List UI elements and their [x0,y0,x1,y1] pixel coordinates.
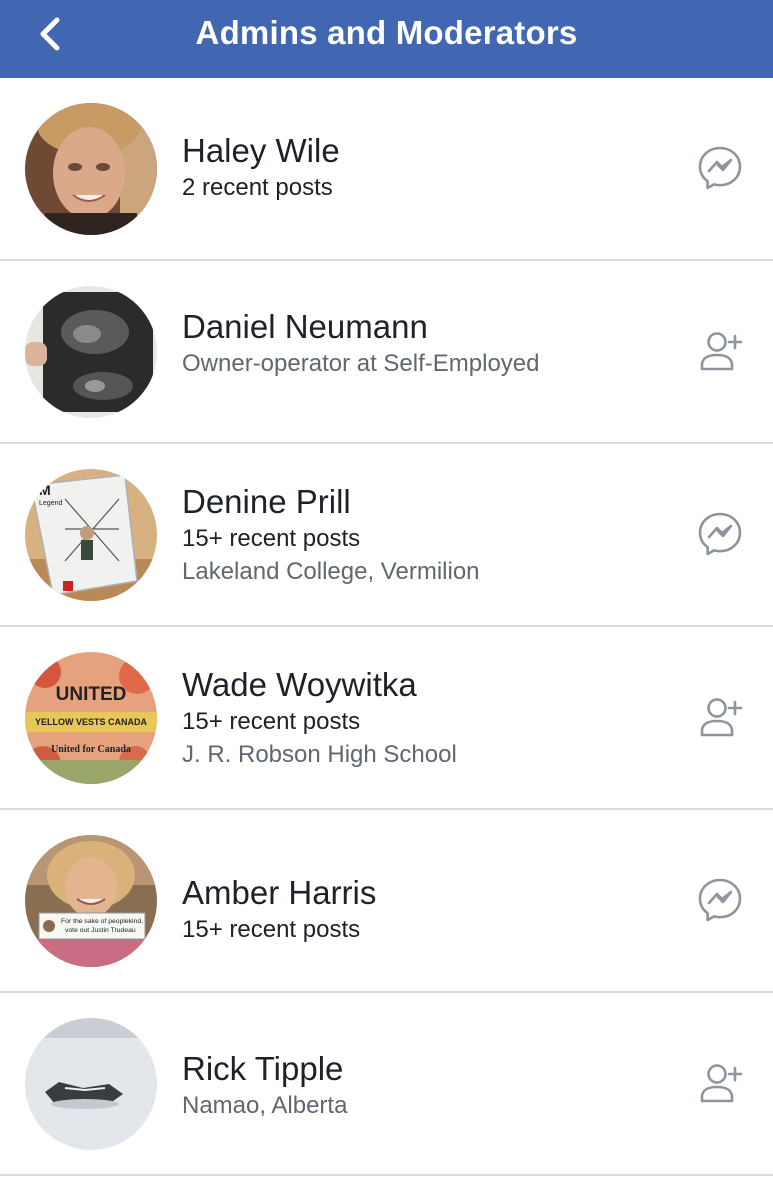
add-friend-icon [700,332,743,371]
svg-text:YELLOW VESTS CANADA: YELLOW VESTS CANADA [35,717,148,727]
member-education: J. R. Robson High School [182,741,457,768]
avatar[interactable] [25,1018,157,1150]
avatar[interactable] [25,286,157,418]
add-friend-icon [700,698,743,737]
svg-text:United for Canada: United for Canada [51,744,131,755]
add-friend-button[interactable] [693,324,747,378]
svg-text:For the sake of peoplekind,: For the sake of peoplekind, [61,918,143,925]
member-name[interactable]: Denine Prill [182,482,480,522]
profile-photo: M Legend [25,469,157,601]
avatar[interactable]: UNITED YELLOW VESTS CANADA United for Ca… [25,652,157,784]
chevron-left-icon [40,17,60,51]
member-recent-posts: 15+ recent posts [182,708,361,735]
member-row-wade-woywitka[interactable]: UNITED YELLOW VESTS CANADA United for Ca… [0,627,773,810]
member-info: Amber Harris 15+ recent posts [182,873,376,946]
member-recent-posts: 15+ recent posts [182,525,361,552]
svg-text:UNITED: UNITED [56,684,127,705]
svg-text:M: M [39,482,51,498]
member-recent-posts: 2 recent posts [182,174,333,201]
svg-text:Legend: Legend [39,500,62,507]
svg-text:vote out Justin Trudeau: vote out Justin Trudeau [65,927,136,934]
message-button[interactable] [693,507,747,561]
avatar[interactable]: For the sake of peoplekind, vote out Jus… [25,835,157,967]
profile-photo [25,286,157,418]
member-info: Haley Wile 2 recent posts [182,131,340,204]
admins-moderators-list: Haley Wile 2 recent posts Daniel Neumann… [0,78,773,1176]
member-work: Owner-operator at Self-Employed [182,350,540,377]
messenger-icon [698,146,742,190]
message-button[interactable] [693,141,747,195]
profile-photo [25,1018,157,1150]
member-name[interactable]: Rick Tipple [182,1049,347,1089]
member-name[interactable]: Haley Wile [182,131,340,171]
add-friend-icon [700,1064,743,1103]
profile-photo: UNITED YELLOW VESTS CANADA United for Ca… [25,652,157,784]
member-name[interactable]: Amber Harris [182,873,376,913]
member-info: Wade Woywitka 15+ recent posts J. R. Rob… [182,665,457,771]
messenger-icon [698,878,742,922]
member-name[interactable]: Daniel Neumann [182,307,540,347]
member-location: Namao, Alberta [182,1092,348,1119]
member-row-rick-tipple[interactable]: Rick Tipple Namao, Alberta [0,993,773,1176]
member-info: Denine Prill 15+ recent posts Lakeland C… [182,482,480,588]
add-friend-button[interactable] [693,1056,747,1110]
profile-photo: For the sake of peoplekind, vote out Jus… [25,835,157,967]
avatar[interactable]: M Legend [25,469,157,601]
member-info: Rick Tipple Namao, Alberta [182,1049,347,1122]
member-row-denine-prill[interactable]: M Legend Denine Prill 15+ recent posts L… [0,444,773,627]
member-row-haley-wile[interactable]: Haley Wile 2 recent posts [0,78,773,261]
member-education: Lakeland College, Vermilion [182,558,480,585]
messenger-icon [698,512,742,556]
member-name[interactable]: Wade Woywitka [182,665,457,705]
member-info: Daniel Neumann Owner-operator at Self-Em… [182,307,540,380]
member-row-amber-harris[interactable]: For the sake of peoplekind, vote out Jus… [0,810,773,993]
page-title: Admins and Moderators [195,14,578,51]
member-row-daniel-neumann[interactable]: Daniel Neumann Owner-operator at Self-Em… [0,261,773,444]
top-navigation-bar: Admins and Moderators [0,0,773,78]
add-friend-button[interactable] [693,690,747,744]
profile-photo [25,103,157,235]
back-button[interactable] [30,14,70,54]
avatar[interactable] [25,103,157,235]
message-button[interactable] [693,873,747,927]
member-recent-posts: 15+ recent posts [182,916,361,943]
